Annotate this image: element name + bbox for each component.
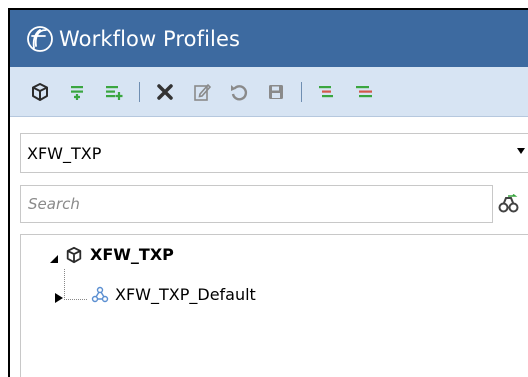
toolbar	[10, 67, 528, 117]
chevron-down-icon[interactable]	[517, 148, 525, 154]
add-sibling-icon[interactable]	[64, 79, 90, 105]
search-field[interactable]	[20, 185, 493, 223]
profile-select[interactable]: XFW_TXP	[20, 133, 528, 173]
tree-node-label: XFW_TXP_Default	[115, 285, 256, 304]
refresh-icon[interactable]	[226, 79, 252, 105]
tree-node-child[interactable]: XFW_TXP_Default	[53, 285, 256, 304]
expand-icon[interactable]	[351, 79, 377, 105]
app-logo-icon	[23, 22, 57, 56]
workflow-profiles-panel: Workflow Profiles XFW_TXP Search XFW_TXP…	[8, 8, 528, 377]
save-icon[interactable]	[263, 79, 289, 105]
toolbar-separator	[139, 81, 140, 102]
profile-tree: XFW_TXP XFW_TXP_Default	[20, 234, 528, 377]
toolbar-separator	[301, 81, 302, 102]
search-filter-icon[interactable]	[498, 193, 520, 214]
cube-icon[interactable]	[27, 79, 53, 105]
collapse-arrow-icon[interactable]	[47, 249, 59, 263]
collapse-icon[interactable]	[314, 79, 340, 105]
window-title: Workflow Profiles	[59, 26, 241, 51]
delete-icon[interactable]	[152, 79, 178, 105]
cube-icon	[65, 246, 83, 264]
search-input[interactable]	[28, 195, 492, 213]
edit-icon[interactable]	[189, 79, 215, 105]
tree-node-label: XFW_TXP	[90, 245, 174, 264]
title-bar: Workflow Profiles	[10, 10, 528, 67]
expand-arrow-icon[interactable]	[53, 289, 65, 303]
workflow-icon	[91, 286, 109, 304]
add-child-icon[interactable]	[101, 79, 127, 105]
profile-select-value: XFW_TXP	[27, 143, 102, 163]
tree-node-root[interactable]: XFW_TXP	[47, 245, 174, 264]
